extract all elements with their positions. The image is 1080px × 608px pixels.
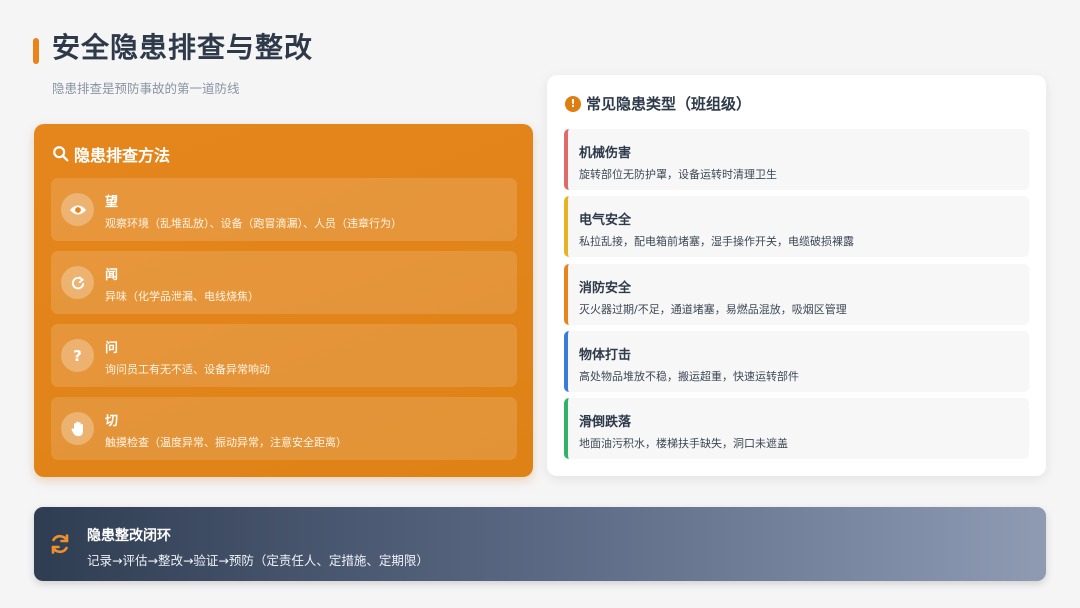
method-desc: 异味（化学品泄漏、电线烧焦） bbox=[105, 290, 259, 303]
method-desc: 触摸检查（温度异常、振动异常，注意安全距离） bbox=[105, 436, 347, 449]
hazard-types-panel: ! 常见隐患类型（班组级） 机械伤害 旋转部位无防护罩，设备运转时清理卫生 电气… bbox=[547, 75, 1046, 476]
hazard-item-struck-by-object: 物体打击 高处物品堆放不稳，搬运超重，快速运转部件 bbox=[564, 331, 1029, 392]
inspection-methods-panel: 隐患排查方法 望 观察环境（乱堆乱放）、设备（跑冒滴漏）、人员（违章行为） 闻 … bbox=[34, 124, 533, 477]
method-item-look: 望 观察环境（乱堆乱放）、设备（跑冒滴漏）、人员（违章行为） bbox=[51, 178, 517, 241]
method-item-smell: 闻 异味（化学品泄漏、电线烧焦） bbox=[51, 251, 517, 314]
method-item-touch: 切 触摸检查（温度异常、振动异常，注意安全距离） bbox=[51, 397, 517, 460]
method-desc: 观察环境（乱堆乱放）、设备（跑冒滴漏）、人员（违章行为） bbox=[105, 217, 402, 230]
page-subtitle: 隐患排查是预防事故的第一道防线 bbox=[52, 81, 240, 96]
methods-header: 隐患排查方法 bbox=[52, 142, 170, 166]
cycle-icon bbox=[51, 534, 69, 554]
types-title: 常见隐患类型（班组级） bbox=[586, 95, 752, 113]
eye-icon bbox=[61, 193, 94, 226]
hazard-item-electrical: 电气安全 私拉乱接，配电箱前堵塞，湿手操作开关，电缆破损裸露 bbox=[564, 196, 1029, 257]
types-header: ! 常见隐患类型（班组级） bbox=[565, 93, 751, 114]
methods-title: 隐患排查方法 bbox=[74, 146, 171, 165]
hazard-item-fire: 消防安全 灭火器过期/不足，通道堵塞，易燃品混放，吸烟区管理 bbox=[564, 264, 1029, 325]
question-icon: ? bbox=[61, 339, 94, 372]
hazard-item-mechanical: 机械伤害 旋转部位无防护罩，设备运转时清理卫生 bbox=[564, 129, 1029, 190]
method-title: 闻 bbox=[105, 268, 119, 283]
title-accent-bar bbox=[33, 38, 39, 64]
method-title: 问 bbox=[105, 341, 119, 356]
hazard-title: 电气安全 bbox=[579, 213, 632, 228]
page-title: 安全隐患排查与整改 bbox=[52, 31, 314, 64]
hazard-title: 消防安全 bbox=[579, 281, 632, 296]
method-title: 望 bbox=[105, 195, 119, 210]
hazard-desc: 高处物品堆放不稳，搬运超重，快速运转部件 bbox=[579, 370, 799, 383]
hazard-desc: 灭火器过期/不足，通道堵塞，易燃品混放，吸烟区管理 bbox=[579, 303, 847, 316]
hazard-desc: 私拉乱接，配电箱前堵塞，湿手操作开关，电缆破损裸露 bbox=[579, 235, 854, 248]
hazard-desc: 地面油污积水，楼梯扶手缺失，洞口未遮盖 bbox=[579, 437, 788, 450]
hazard-desc: 旋转部位无防护罩，设备运转时清理卫生 bbox=[579, 168, 777, 181]
hazard-title: 机械伤害 bbox=[579, 146, 632, 161]
loop-desc: 记录→评估→整改→验证→预防（定责任人、定措施、定期限） bbox=[87, 553, 429, 568]
loop-title: 隐患整改闭环 bbox=[87, 528, 171, 544]
method-desc: 询问员工有无不适、设备异常响动 bbox=[105, 363, 270, 376]
refresh-icon bbox=[61, 266, 94, 299]
hazard-title: 物体打击 bbox=[579, 348, 632, 363]
rectification-loop-banner: 隐患整改闭环 记录→评估→整改→验证→预防（定责任人、定措施、定期限） bbox=[34, 507, 1046, 581]
hazard-title: 滑倒跌落 bbox=[579, 415, 632, 430]
hazard-item-slip-fall: 滑倒跌落 地面油污积水，楼梯扶手缺失，洞口未遮盖 bbox=[564, 398, 1029, 459]
method-item-ask: ? 问 询问员工有无不适、设备异常响动 bbox=[51, 324, 517, 387]
method-title: 切 bbox=[105, 414, 119, 429]
exclamation-icon: ! bbox=[565, 95, 581, 112]
hand-icon bbox=[61, 412, 94, 445]
search-icon bbox=[53, 146, 69, 162]
